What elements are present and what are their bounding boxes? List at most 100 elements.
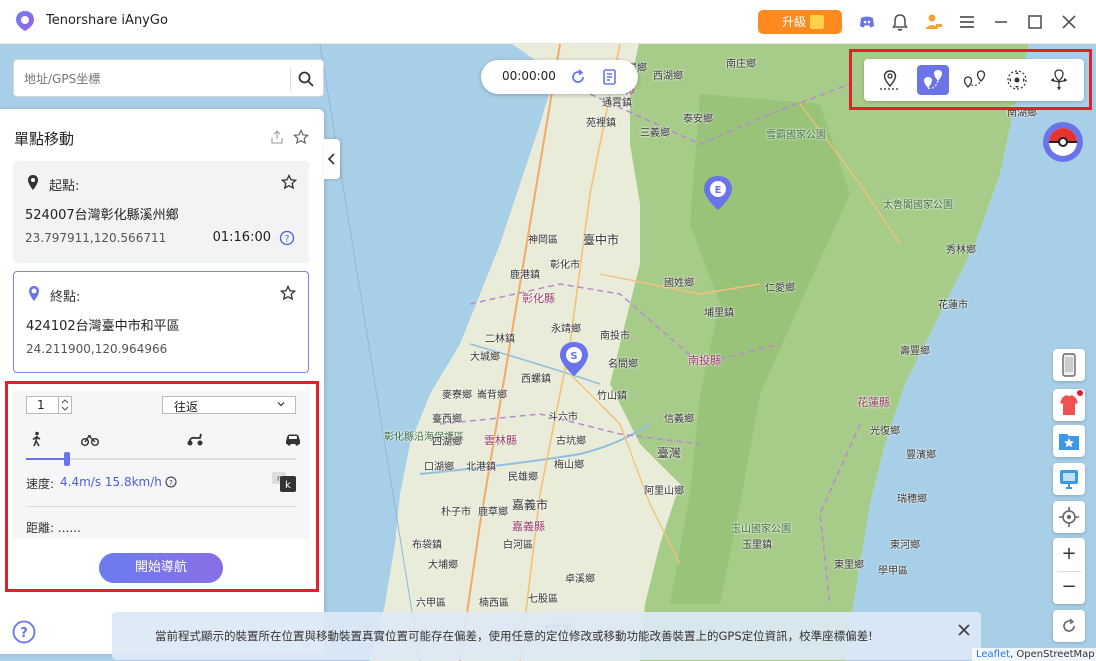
start-point-card[interactable]: 起點: 524007台灣彰化縣溪州鄉 23.797911,120.566711 … [13,161,309,263]
place-label: 壽豐鄉 [900,346,930,357]
settings-highlight [5,381,319,592]
menu-icon[interactable] [957,12,977,32]
timer-display: 00:00:00 [502,69,556,83]
favorites-button[interactable] [1053,425,1085,457]
zoom-control: + − [1053,538,1085,604]
export-icon[interactable] [269,129,285,145]
place-label: 學甲區 [878,566,908,577]
place-label: 四湖鄉 [432,437,462,448]
place-label: 楠西區 [479,598,509,609]
place-label: 雲林縣 [484,434,517,447]
place-label: 豐濱鄉 [906,450,936,461]
place-label: 鹿草鄉 [478,507,508,518]
svg-text:?: ? [20,626,28,641]
place-label: 泰安鄉 [683,114,713,125]
pokeball-button[interactable] [1042,121,1084,163]
star-icon[interactable] [281,174,297,190]
favorite-route-icon[interactable] [293,129,309,145]
app-logo-icon [16,11,34,31]
reset-map-button[interactable] [1053,610,1085,642]
place-label: 國姓鄉 [664,278,694,289]
title-bar: Tenorshare iAnyGo 升級 [0,0,1096,44]
place-label: 東里鄉 [834,560,864,571]
upgrade-label: 升級 [782,15,807,29]
place-label: 民雄鄉 [508,472,538,483]
rotate-icon [1063,618,1075,632]
place-label: 口湖鄉 [424,462,454,473]
place-label: 南投縣 [688,354,721,367]
help-icon[interactable]: ? [279,230,295,246]
place-label: 彰化縣 [522,292,555,305]
record-icon[interactable] [601,68,619,86]
star-icon[interactable] [280,285,296,301]
shirt-icon [1060,390,1083,415]
place-label: 雪霸國家公園 [766,130,826,141]
timer-pill: 00:00:00 [481,60,638,94]
upgrade-button[interactable]: 升級 [758,10,842,34]
place-label: 嘉義縣 [512,520,545,533]
notice-text: 當前程式顯示的裝置所在位置與移動裝置真實位置可能存在偏差，使用任意的定位修改或移… [155,629,873,643]
start-label: 起點: [49,179,80,194]
zoom-in-button[interactable]: + [1053,538,1085,570]
place-label: 卓溪鄉 [565,574,595,585]
place-label: 仁愛鄉 [765,283,795,294]
end-marker-label: E [715,185,722,196]
place-label: 玉山國家公園 [731,524,791,535]
end-point-card[interactable]: 終點: 424102台灣臺中市和平區 24.211900,120.964966 [13,271,309,373]
mode-toolbar-highlight [849,49,1092,110]
place-label: 瑞穗鄉 [897,494,927,505]
collapse-panel-button[interactable] [324,139,340,179]
place-label: 光復鄉 [870,426,900,437]
place-label: 太魯閣國家公園 [883,200,953,211]
svg-text:?: ? [285,235,290,245]
phone-icon [1062,353,1076,377]
user-icon[interactable] [923,12,943,32]
start-coords: 23.797911,120.566711 [25,231,167,245]
search-box [13,59,324,97]
place-label: 鹿港鎮 [510,270,540,281]
search-separator [290,68,291,90]
locate-button[interactable] [1053,501,1085,533]
search-input[interactable] [22,68,292,90]
close-icon[interactable] [955,621,973,639]
place-label: 花蓮市 [938,300,968,311]
place-label: 古坑鄉 [556,436,586,447]
bell-icon[interactable] [890,12,910,32]
duration: 01:16:00 [212,230,271,245]
place-label: 七股區 [528,594,558,605]
place-label: 二林鎮 [485,334,515,345]
leaflet-link[interactable]: Leaflet [976,649,1010,660]
search-icon[interactable] [297,70,315,88]
place-label: 麥寮鄉 [442,390,472,401]
discord-icon[interactable] [857,12,877,32]
place-label: 六甲區 [416,598,446,609]
crosshair-icon [1059,507,1079,527]
maximize-icon[interactable] [1025,12,1045,32]
place-label: 苑裡鎮 [586,118,616,129]
crown-icon [810,15,824,29]
end-label: 終點: [50,290,81,305]
close-icon[interactable] [1059,12,1079,32]
place-label: 通霄鎮 [602,98,632,109]
help-button[interactable]: ? [12,620,36,644]
place-label: 三義鄉 [640,128,670,139]
place-label: 朴子市 [441,507,471,518]
device-button[interactable] [1053,349,1085,381]
place-label: 大城鄉 [470,352,500,363]
place-label: 南投市 [600,331,630,342]
place-label: 西螺鎮 [521,374,551,385]
place-label: 臺灣 [657,446,682,460]
place-label: 神岡區 [528,235,558,246]
notice-bar: 當前程式顯示的裝置所在位置與移動裝置真實位置可能存在偏差，使用任意的定位修改或移… [112,612,981,660]
app-title: Tenorshare iAnyGo [46,13,168,28]
chevron-left-icon [327,153,335,165]
osm-attribution: , OpenStreetMap [1010,649,1095,660]
place-label: 西湖鄉 [653,71,683,82]
place-label: 大埔鄉 [428,560,458,571]
minimize-icon[interactable] [991,12,1011,32]
place-label: 信義鄉 [664,414,694,425]
screen-button[interactable] [1053,463,1085,495]
zoom-out-button[interactable]: − [1053,571,1085,603]
reset-icon[interactable] [569,68,587,86]
shirt-button[interactable] [1053,389,1085,421]
